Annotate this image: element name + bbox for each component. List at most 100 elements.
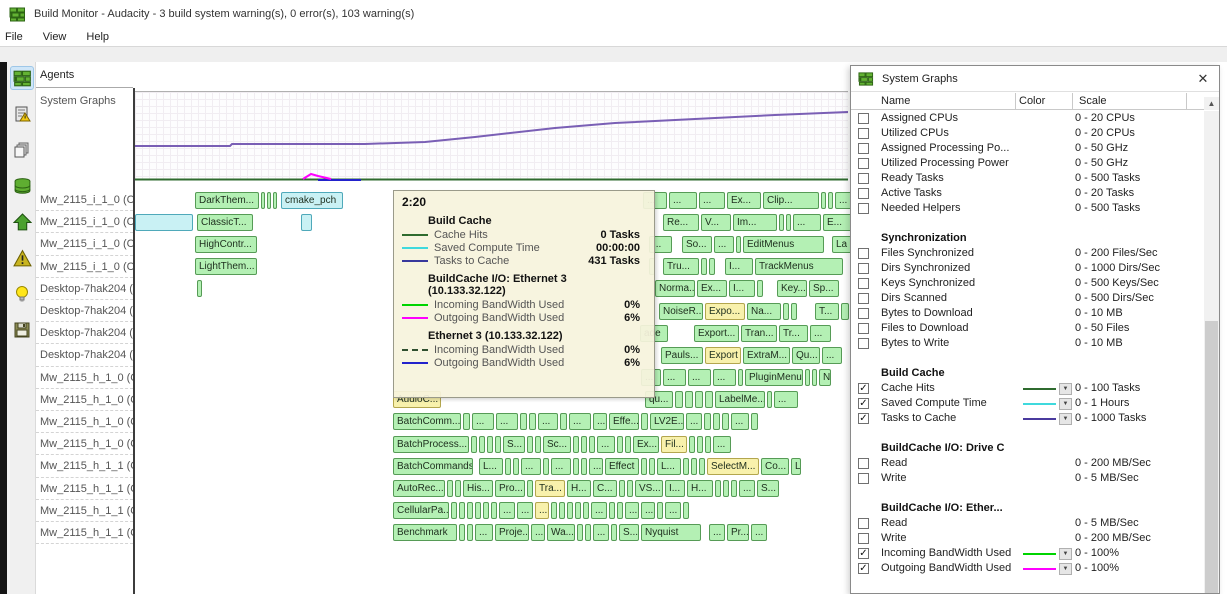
agent-row-label[interactable]: Mw_2115_i_1_0 (Co (36, 233, 133, 255)
scroll-up-icon[interactable]: ▲ (1204, 97, 1219, 110)
task-bar[interactable]: Nyquist (641, 524, 701, 541)
task-bar-small[interactable] (625, 436, 631, 453)
agent-row-label[interactable]: Mw_2115_h_1_0 (C (36, 411, 133, 433)
task-bar[interactable]: ClassicT... (197, 214, 253, 231)
task-bar[interactable]: H... (687, 480, 713, 497)
task-bar[interactable]: Co... (761, 458, 789, 475)
task-bar-small[interactable] (583, 502, 589, 519)
task-bar[interactable]: Sc... (543, 436, 571, 453)
agent-row-label[interactable]: Mw_2115_h_1_1 (C (36, 478, 133, 500)
task-bar-small[interactable] (529, 413, 536, 430)
task-bar[interactable]: Pr... (727, 524, 749, 541)
task-bar-small[interactable] (459, 524, 465, 541)
agent-row-label[interactable]: Mw_2115_h_1_0 (C (36, 367, 133, 389)
task-bar-small[interactable] (609, 502, 615, 519)
task-bar-small[interactable] (520, 413, 527, 430)
task-bar-small[interactable] (791, 303, 797, 320)
task-bar[interactable]: BatchComm... (393, 413, 461, 430)
agent-row-label[interactable]: Mw_2115_h_1_1 (C (36, 500, 133, 522)
series-checkbox[interactable] (858, 518, 869, 529)
task-bar-small[interactable] (505, 458, 511, 475)
task-bar-small[interactable] (455, 480, 461, 497)
task-bar-small[interactable] (273, 192, 277, 209)
panel-scrollbar[interactable]: ▲ (1204, 111, 1219, 593)
system-graphs-chart[interactable] (135, 91, 848, 180)
agent-row-label[interactable]: Mw_2115_i_1_0 (Co (36, 189, 133, 211)
task-bar[interactable]: LightThem... (195, 258, 257, 275)
color-dropdown-icon[interactable]: ▼ (1059, 398, 1072, 410)
series-checkbox[interactable] (858, 203, 869, 214)
task-bar-small[interactable] (617, 502, 623, 519)
column-scale[interactable]: Scale (1079, 95, 1107, 107)
task-bar-small[interactable] (713, 413, 720, 430)
series-checkbox[interactable] (858, 323, 869, 334)
task-bar-small[interactable] (301, 214, 312, 231)
task-bar[interactable]: ... (496, 413, 518, 430)
task-bar[interactable]: L... (657, 458, 681, 475)
series-checkbox[interactable] (858, 113, 869, 124)
task-bar-small[interactable] (527, 480, 533, 497)
task-bar-small[interactable] (589, 436, 595, 453)
task-bar[interactable]: TrackMenus (755, 258, 843, 275)
task-bar[interactable]: ... (731, 413, 749, 430)
column-name[interactable]: Name (881, 95, 910, 107)
task-bar-small[interactable] (757, 280, 763, 297)
task-bar[interactable]: His... (463, 480, 493, 497)
task-bar-small[interactable] (738, 369, 743, 386)
task-bar[interactable]: ... (669, 192, 697, 209)
task-bar-small[interactable] (560, 413, 567, 430)
task-bar-small[interactable] (689, 436, 695, 453)
task-bar-small[interactable] (585, 524, 591, 541)
series-checkbox[interactable]: ✓ (858, 563, 869, 574)
menu-item-help[interactable]: Help (78, 30, 117, 44)
task-bar-small[interactable] (535, 436, 541, 453)
task-bar-small[interactable] (475, 502, 481, 519)
task-bar[interactable]: Export (705, 347, 741, 364)
task-bar[interactable]: LabelMe... (715, 391, 765, 408)
task-bar[interactable]: Tran... (741, 325, 777, 342)
task-bar[interactable]: C... (593, 480, 617, 497)
task-bar[interactable]: ... (517, 502, 533, 519)
task-bar-small[interactable] (704, 413, 711, 430)
task-bar-small[interactable] (627, 480, 633, 497)
task-bar[interactable]: Benchmark (393, 524, 457, 541)
build-report-warning-icon[interactable] (10, 102, 34, 126)
task-bar[interactable]: So... (682, 236, 712, 253)
task-bar-small[interactable] (451, 502, 457, 519)
task-bar[interactable]: ... (521, 458, 541, 475)
task-bar-small[interactable] (581, 458, 587, 475)
agent-row-label[interactable]: Desktop-7hak204 (C (36, 300, 133, 322)
task-bar[interactable]: ... (714, 236, 734, 253)
agent-row-label[interactable]: Mw_2115_i_1_0 (Co (36, 256, 133, 278)
task-bar-small[interactable] (197, 280, 202, 297)
task-bar-small[interactable] (575, 502, 581, 519)
series-checkbox[interactable] (858, 248, 869, 259)
close-icon[interactable]: ✕ (1193, 69, 1213, 89)
task-bar[interactable]: ... (663, 369, 686, 386)
task-bar[interactable]: Na... (747, 303, 781, 320)
task-bar-small[interactable] (657, 502, 663, 519)
task-bar-small[interactable] (467, 524, 473, 541)
series-checkbox[interactable] (858, 473, 869, 484)
color-dropdown-icon[interactable]: ▼ (1059, 563, 1072, 575)
upload-arrow-icon[interactable] (10, 210, 34, 234)
task-bar-small[interactable] (573, 436, 579, 453)
task-bar[interactable]: Tra... (535, 480, 565, 497)
task-bar[interactable]: S... (757, 480, 779, 497)
task-bar[interactable]: ... (551, 458, 571, 475)
series-checkbox[interactable] (858, 158, 869, 169)
task-bar[interactable]: ... (686, 413, 702, 430)
task-bar[interactable]: ... (591, 502, 607, 519)
task-bar[interactable]: N (819, 369, 831, 386)
task-bar-small[interactable] (641, 413, 648, 430)
task-bar-small[interactable] (783, 303, 789, 320)
task-bar-small[interactable] (479, 436, 485, 453)
series-checkbox[interactable]: ✓ (858, 548, 869, 559)
task-bar[interactable]: Fil... (661, 436, 687, 453)
series-checkbox[interactable]: ✓ (858, 383, 869, 394)
task-bar[interactable]: ... (751, 524, 767, 541)
task-bar[interactable]: Ex... (633, 436, 659, 453)
task-bar[interactable]: ... (641, 502, 655, 519)
task-bar-small[interactable] (695, 391, 703, 408)
agent-row-label[interactable]: Mw_2115_h_1_0 (C (36, 433, 133, 455)
